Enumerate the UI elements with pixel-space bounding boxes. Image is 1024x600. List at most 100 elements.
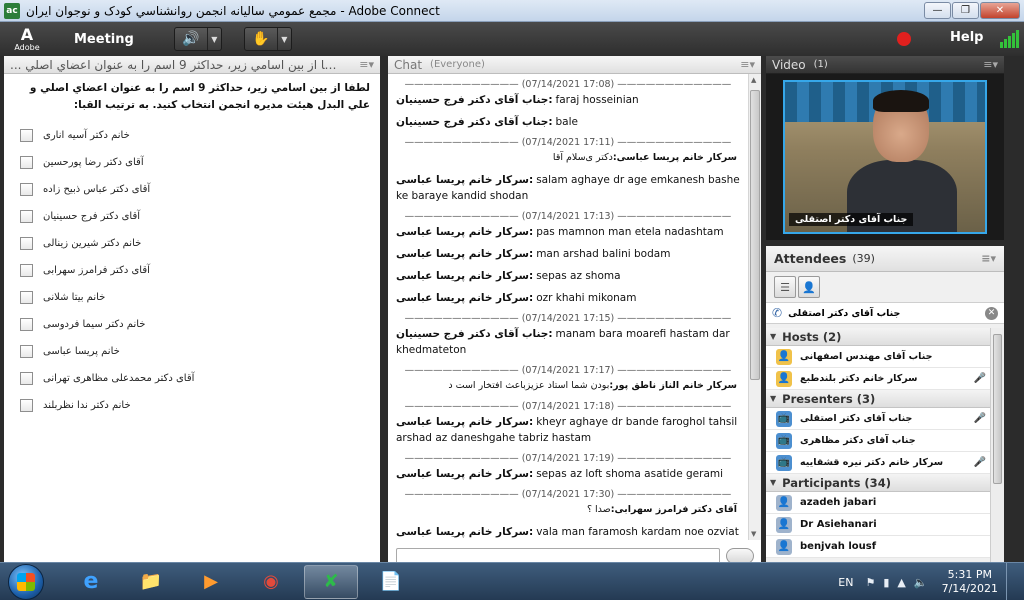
attendee-group-header[interactable]: ▼ Hosts (2) (766, 328, 990, 346)
app-icon: ac (4, 2, 20, 19)
chat-sender: جناب آقای دکتر فرج حسینیان: (396, 94, 553, 106)
clock[interactable]: 5:31 PM 7/14/2021 (942, 568, 998, 596)
speaker-control[interactable]: 🔊 ▼ (173, 27, 222, 51)
chat-scrollbar[interactable]: ▲ ▼ (748, 74, 761, 540)
attendee-row[interactable]: 👤 Dr Asiehanari (766, 514, 990, 536)
help-menu[interactable]: Help (950, 30, 983, 45)
network-icon[interactable]: ▲ (897, 576, 905, 589)
raise-hand-control[interactable]: ✋ ▼ (243, 27, 292, 51)
attendee-row[interactable]: 📺 سرکار خانم دکتر نیره قشقاییه 🎤 (766, 452, 990, 474)
chat-sender: سرکار خانم پریسا عباسی: (396, 526, 534, 538)
poll-option-label: خانم پریسا عباسی (43, 346, 120, 357)
minimize-button[interactable]: — (924, 2, 951, 19)
taskbar-apps: e 📁 ▶ ◉ ✘ 📄 (58, 564, 418, 599)
poll-option[interactable]: آقای دکتر محمدعلی مظاهری تهرانی (20, 365, 380, 392)
poll-option[interactable]: آقای دکتر رضا پورحسین (20, 149, 380, 176)
speaker-icon[interactable]: 🔊 (175, 28, 207, 50)
chat-sender: سرکار خانم پریسا عباسی: (396, 416, 534, 428)
raise-hand-dropdown[interactable]: ▼ (276, 28, 291, 50)
chat-message: سرکار خانم پریسا عباسی: vala man faramosh… (396, 524, 740, 540)
file-explorer-icon[interactable]: 📁 (124, 565, 178, 599)
poll-checkbox[interactable] (20, 237, 33, 250)
flag-icon[interactable]: ⚑ (865, 576, 875, 589)
attendee-group-header[interactable]: ▼ Presenters (3) (766, 390, 990, 408)
meeting-menu[interactable]: Meeting (74, 32, 134, 47)
collapse-icon[interactable]: ▼ (770, 478, 776, 487)
poll-checkbox[interactable] (20, 291, 33, 304)
mic-muted-icon: 🎤 (973, 373, 986, 384)
poll-checkbox[interactable] (20, 318, 33, 331)
poll-checkbox[interactable] (20, 399, 33, 412)
volume-icon[interactable]: 🔈 (914, 576, 928, 589)
attendee-group-header[interactable]: ▼ Participants (34) (766, 474, 990, 492)
chat-text: sepas az loft shoma asatide gerami (536, 468, 724, 480)
chat-text: ozr khahi mikonam (536, 292, 637, 304)
adobe-connect-icon[interactable]: ✘ (304, 564, 358, 599)
document-icon[interactable]: 📄 (364, 565, 418, 599)
chat-text: man arshad balini bodam (536, 248, 671, 260)
attendee-row[interactable]: 👤 azadeh jabari (766, 492, 990, 514)
poll-option[interactable]: خانم بیتا شلانی (20, 284, 380, 311)
raise-hand-icon[interactable]: ✋ (245, 28, 277, 50)
adobe-logo: A Adobe (14, 24, 40, 52)
chat-text: بودن شما استاد عزیزباعث افتخار است د (448, 380, 610, 391)
poll-option[interactable]: خانم دکتر ندا نظربلند (20, 392, 380, 419)
media-player-icon[interactable]: ▶ (184, 565, 238, 599)
attendee-row[interactable]: 👤 سرکار خانم دکتر بلندطبع 🎤 (766, 368, 990, 390)
list-view-icon[interactable]: ☰ (774, 276, 796, 298)
speaker-dropdown[interactable]: ▼ (206, 28, 221, 50)
window-title-bar: ac مجمع عمومي سالیانه انجمن روانشناسي کو… (0, 0, 1024, 22)
poll-checkbox[interactable] (20, 345, 33, 358)
poll-checkbox[interactable] (20, 156, 33, 169)
attendee-row[interactable]: 📺 جناب آقای دکتر اصتقلی 🎤 (766, 408, 990, 430)
close-speaker-icon[interactable]: ✕ (985, 306, 998, 320)
attendee-row[interactable]: 📺 جناب آقای دکتر مظاهری (766, 430, 990, 452)
pod-menu-icon[interactable]: ≡▾ (983, 58, 998, 71)
chat-scroll-thumb[interactable] (750, 90, 760, 380)
chat-sender: سرکار خانم پریسا عباسی: (396, 174, 534, 186)
maximize-button[interactable]: ❐ (952, 2, 979, 19)
chat-message: سرکار خانم پریسا عباسی: pas mamnon man et… (396, 224, 740, 240)
poll-checkbox[interactable] (20, 183, 33, 196)
pod-menu-icon[interactable]: ≡▾ (359, 58, 374, 71)
attendee-scrollbar[interactable] (990, 328, 1004, 564)
attendee-scroll-thumb[interactable] (993, 334, 1002, 484)
collapse-icon[interactable]: ▼ (770, 394, 776, 403)
chat-timestamp: ———————————— (07/14/2021 17:18) ————————… (404, 401, 732, 412)
start-button[interactable] (8, 563, 44, 600)
poll-checkbox[interactable] (20, 129, 33, 142)
poll-option[interactable]: خانم دکتر شیرین زینالی (20, 230, 380, 257)
show-desktop-button[interactable] (1006, 563, 1016, 600)
poll-checkbox[interactable] (20, 372, 33, 385)
pod-menu-icon[interactable]: ≡▾ (740, 58, 755, 71)
collapse-icon[interactable]: ▼ (770, 332, 776, 341)
scroll-down-icon[interactable]: ▼ (751, 530, 756, 538)
attendee-row[interactable]: 👤 benjvah lousf (766, 536, 990, 558)
scroll-up-icon[interactable]: ▲ (751, 76, 756, 84)
poll-option[interactable]: خانم دکتر سیما فردوسی (20, 311, 380, 338)
presenter-icon: 📺 (776, 410, 792, 427)
poll-options: خانم دکتر آسیه اناری آقای دکتر رضا پورحسی… (4, 118, 380, 419)
video-feed[interactable]: جناب آقای دکتر اصتقلی (783, 80, 987, 234)
close-button[interactable]: ✕ (980, 2, 1020, 19)
poll-option-label: آقای دکتر عباس ذبیح زاده (43, 184, 151, 195)
poll-option-label: آقای دکتر رضا پورحسین (43, 157, 144, 168)
chat-text: pas mamnon man etela nadashtam (536, 226, 724, 238)
connection-signal-icon (1000, 28, 1019, 48)
attendee-row[interactable]: 👤 جناب آقای مهندس اصفهانی (766, 346, 990, 368)
poll-option[interactable]: آقای دکتر فرج حسینیان (20, 203, 380, 230)
status-view-icon[interactable]: 👤 (798, 276, 820, 298)
language-indicator[interactable]: EN (838, 576, 853, 589)
poll-checkbox[interactable] (20, 210, 33, 223)
poll-checkbox[interactable] (20, 264, 33, 277)
pod-menu-icon[interactable]: ≡▾ (981, 252, 996, 265)
chrome-icon[interactable]: ◉ (244, 565, 298, 599)
internet-explorer-icon[interactable]: e (64, 565, 118, 599)
poll-option[interactable]: آقای دکتر عباس ذبیح زاده (20, 176, 380, 203)
battery-icon[interactable]: ▮ (883, 576, 889, 589)
chat-timestamp: ———————————— (07/14/2021 17:11) ————————… (404, 137, 732, 148)
poll-option[interactable]: آقای دکتر فرامرز سهرابی (20, 257, 380, 284)
poll-option[interactable]: خانم پریسا عباسی (20, 338, 380, 365)
poll-option[interactable]: خانم دکتر آسیه اناری (20, 122, 380, 149)
record-icon[interactable] (897, 32, 911, 46)
